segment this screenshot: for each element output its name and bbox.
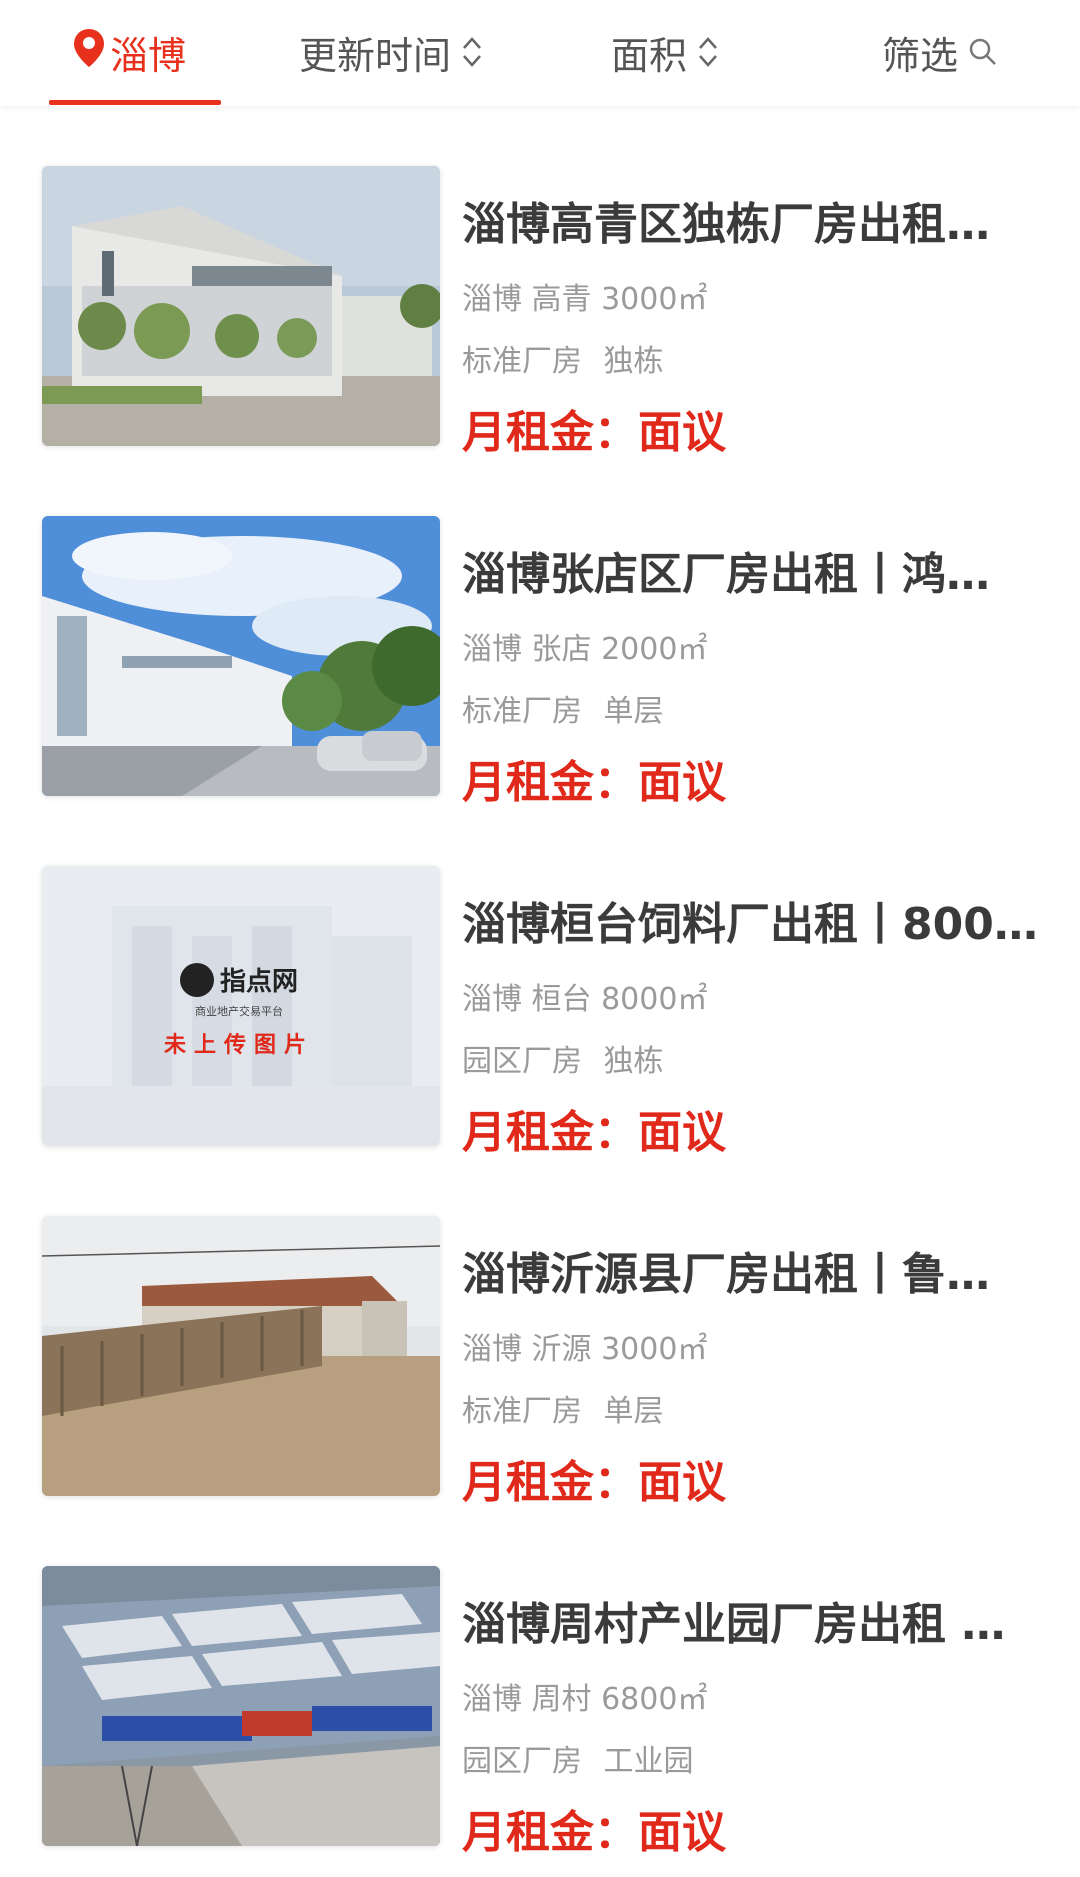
listing-location-area: 淄博 桓台 8000㎡ bbox=[462, 982, 708, 1017]
placeholder-logo: 指点网 bbox=[179, 961, 298, 998]
tab-update-time[interactable]: 更新时间 bbox=[299, 22, 483, 82]
location-pin-icon bbox=[72, 28, 106, 77]
listing-tags: 标准厂房 独栋 bbox=[462, 336, 664, 380]
listing-tag: 园区厂房 bbox=[462, 1044, 582, 1079]
listing-tag: 工业园 bbox=[603, 1744, 694, 1779]
listing-tag: 单层 bbox=[603, 1394, 664, 1429]
placeholder-logo-text: 指点网 bbox=[219, 967, 298, 997]
listing-card[interactable]: 淄博周村产业园厂房出租 … 淄博 周村 6800㎡ 园区厂房 工业园 月租金：面… bbox=[42, 1566, 1042, 1858]
listing-tag: 标准厂房 bbox=[462, 344, 582, 379]
listing-card[interactable]: 淄博张店区厂房出租丨鸿… 淄博 张店 2000㎡ 标准厂房 单层 月租金：面议 bbox=[42, 516, 1042, 808]
listing-thumbnail[interactable] bbox=[42, 1566, 440, 1846]
listing-location-area: 淄博 沂源 3000㎡ bbox=[462, 1332, 708, 1367]
listing-card[interactable]: 淄博沂源县厂房出租丨鲁… 淄博 沂源 3000㎡ 标准厂房 单层 月租金：面议 bbox=[42, 1216, 1042, 1508]
listing-price: 月租金：面议 bbox=[462, 1807, 726, 1858]
tab-area[interactable]: 面积 bbox=[611, 22, 719, 82]
listing-price: 月租金：面议 bbox=[462, 407, 726, 458]
tab-city[interactable]: 淄博 bbox=[72, 22, 186, 82]
search-icon bbox=[968, 37, 998, 67]
listing-title[interactable]: 淄博沂源县厂房出租丨鲁… bbox=[462, 1238, 1052, 1302]
listing-price: 月租金：面议 bbox=[462, 757, 726, 808]
tab-update-time-label: 更新时间 bbox=[299, 33, 452, 78]
listing-price: 月租金：面议 bbox=[462, 1457, 726, 1508]
listing-title[interactable]: 淄博高青区独栋厂房出租… bbox=[462, 188, 1052, 252]
listing-tags: 标准厂房 单层 bbox=[462, 1386, 664, 1430]
listing-tag: 标准厂房 bbox=[462, 1394, 582, 1429]
sort-updown-icon bbox=[697, 34, 719, 70]
listing-thumbnail[interactable] bbox=[42, 166, 440, 446]
listing-tag: 独栋 bbox=[603, 1044, 664, 1079]
tab-city-label: 淄博 bbox=[110, 33, 187, 78]
listing-location-area: 淄博 周村 6800㎡ bbox=[462, 1682, 708, 1717]
listing-thumbnail[interactable] bbox=[42, 1216, 440, 1496]
listing-title[interactable]: 淄博张店区厂房出租丨鸿… bbox=[462, 538, 1052, 602]
listing-thumbnail[interactable] bbox=[42, 516, 440, 796]
listing-location-area: 淄博 高青 3000㎡ bbox=[462, 282, 708, 317]
listing-card[interactable]: 指点网 商业地产交易平台 未上传图片 淄博桓台饲料厂出租丨800… 淄博 桓台 … bbox=[42, 866, 1042, 1158]
listing-card[interactable]: 淄博高青区独栋厂房出租… 淄博 高青 3000㎡ 标准厂房 独栋 月租金：面议 bbox=[42, 166, 1042, 458]
listing-tag: 单层 bbox=[603, 694, 664, 729]
listing-price: 月租金：面议 bbox=[462, 1107, 726, 1158]
placeholder-subtitle: 商业地产交易平台 bbox=[195, 1004, 283, 1018]
listing-tags: 园区厂房 独栋 bbox=[462, 1036, 664, 1080]
listing-tags: 园区厂房 工业园 bbox=[462, 1736, 694, 1780]
logo-mark-icon bbox=[179, 962, 214, 997]
placeholder-no-image-text: 未上传图片 bbox=[164, 1032, 315, 1058]
filter-bar: 淄博 更新时间 面积 筛选 bbox=[0, 0, 1080, 106]
listing-thumbnail-placeholder[interactable]: 指点网 商业地产交易平台 未上传图片 bbox=[42, 866, 440, 1146]
tab-filter[interactable]: 筛选 bbox=[882, 22, 998, 82]
tab-filter-label: 筛选 bbox=[882, 33, 959, 78]
tab-area-label: 面积 bbox=[611, 33, 688, 78]
listing-title[interactable]: 淄博周村产业园厂房出租 … bbox=[462, 1588, 1052, 1652]
listing-location-area: 淄博 张店 2000㎡ bbox=[462, 632, 708, 667]
placeholder-badge: 指点网 商业地产交易平台 未上传图片 bbox=[164, 961, 314, 1059]
active-tab-indicator bbox=[49, 100, 221, 105]
listing-tag: 园区厂房 bbox=[462, 1744, 582, 1779]
listing-tag: 标准厂房 bbox=[462, 694, 582, 729]
listing-title[interactable]: 淄博桓台饲料厂出租丨800… bbox=[462, 888, 1052, 952]
sort-updown-icon bbox=[461, 34, 483, 70]
listing-tags: 标准厂房 单层 bbox=[462, 686, 664, 730]
listing-tag: 独栋 bbox=[603, 344, 664, 379]
